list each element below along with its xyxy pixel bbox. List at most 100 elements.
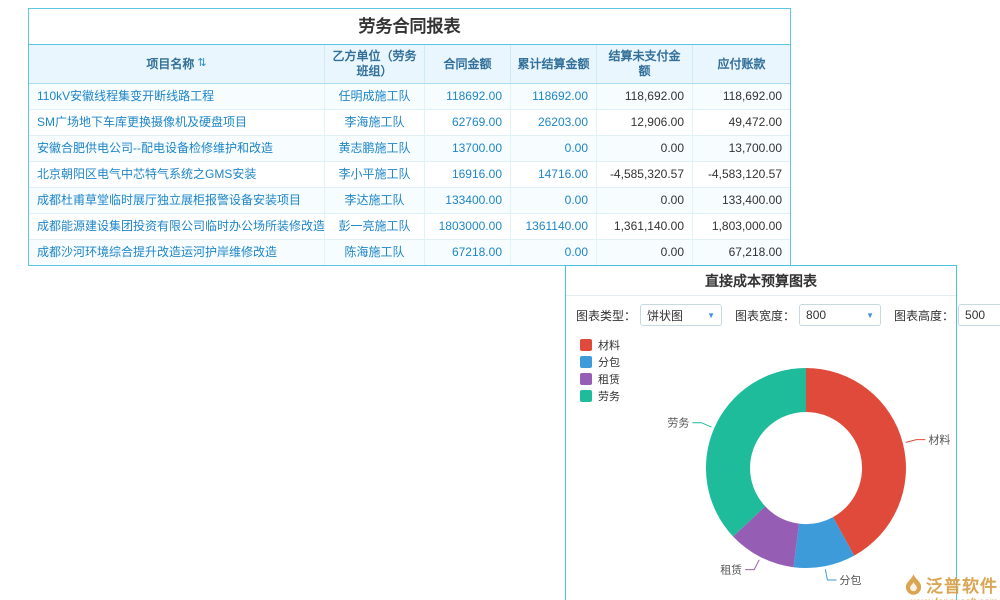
cell-payable: 13,700.00 xyxy=(693,136,790,161)
chevron-down-icon: ▼ xyxy=(866,311,874,320)
pie-slice-材料[interactable] xyxy=(806,368,906,556)
cell-project[interactable]: 成都能源建设集团投资有限公司临时办公场所装修改造工程EPC xyxy=(29,214,325,239)
cell-payable: 118,692.00 xyxy=(693,84,790,109)
cell-contract[interactable]: 1803000.00 xyxy=(425,214,511,239)
cell-unit[interactable]: 李小平施工队 xyxy=(325,162,425,187)
column-header-6: 应付账款 xyxy=(693,45,790,83)
cell-unpaid: 0.00 xyxy=(597,188,693,213)
legend-label: 租赁 xyxy=(598,371,620,387)
cell-contract[interactable]: 118692.00 xyxy=(425,84,511,109)
cell-settled[interactable]: 1361140.00 xyxy=(511,214,597,239)
legend-item-劳务[interactable]: 劳务 xyxy=(580,387,620,404)
chart-control-1: 图表类型：饼状图▼ xyxy=(576,304,722,326)
table-body: 110kV安徽线程集变开断线路工程任明成施工队118692.00118692.0… xyxy=(29,84,790,265)
legend-swatch xyxy=(580,390,592,402)
legend-swatch xyxy=(580,373,592,385)
table-row: 成都杜甫草堂临时展厅独立展柜报警设备安装项目李达施工队133400.000.00… xyxy=(29,188,790,214)
cell-unit[interactable]: 陈海施工队 xyxy=(325,240,425,265)
cell-contract[interactable]: 133400.00 xyxy=(425,188,511,213)
label-leader-line xyxy=(692,423,711,427)
cell-unit[interactable]: 李海施工队 xyxy=(325,110,425,135)
label-leader-line xyxy=(745,560,759,570)
cell-settled[interactable]: 14716.00 xyxy=(511,162,597,187)
legend-item-材料[interactable]: 材料 xyxy=(580,336,620,353)
cell-unpaid: 12,906.00 xyxy=(597,110,693,135)
legend-item-租赁[interactable]: 租赁 xyxy=(580,370,620,387)
column-header-3: 合同金额 xyxy=(425,45,511,83)
column-header-1[interactable]: 项目名称⇅ xyxy=(29,45,325,83)
legend-label: 材料 xyxy=(598,337,620,353)
cell-project[interactable]: 成都沙河环境综合提升改造运河护岸维修改造 xyxy=(29,240,325,265)
cell-unpaid: 1,361,140.00 xyxy=(597,214,693,239)
cell-settled[interactable]: 118692.00 xyxy=(511,84,597,109)
cell-contract[interactable]: 16916.00 xyxy=(425,162,511,187)
label-leader-line xyxy=(825,569,836,580)
table-header-row: 项目名称⇅乙方单位（劳务班组）合同金额累计结算金额结算未支付金额应付账款 xyxy=(29,45,790,84)
brand-watermark: 泛普软件 www.fanpusoft.com xyxy=(862,572,998,600)
chart-legend: 材料分包租赁劳务 xyxy=(580,336,620,404)
chart-control-2: 图表宽度： 800 ▼ xyxy=(735,304,881,326)
chevron-down-icon: ▼ xyxy=(707,311,715,320)
cell-settled[interactable]: 0.00 xyxy=(511,188,597,213)
column-header-5: 结算未支付金额 xyxy=(597,45,693,83)
legend-label: 分包 xyxy=(598,354,620,370)
legend-swatch xyxy=(580,356,592,368)
column-header-2: 乙方单位（劳务班组） xyxy=(325,45,425,83)
control-label: 图表类型： xyxy=(576,307,636,324)
select-value: 800 xyxy=(806,308,826,322)
cell-payable: 67,218.00 xyxy=(693,240,790,265)
pie-slice-劳务[interactable] xyxy=(706,368,806,537)
chart-controls: 图表类型：饼状图▼图表宽度：800▼图表高度：500▼ xyxy=(566,296,956,326)
cell-project[interactable]: 北京朝阳区电气中芯特气系统之GMS安装 xyxy=(29,162,325,187)
cell-project[interactable]: 110kV安徽线程集变开断线路工程 xyxy=(29,84,325,109)
cell-contract[interactable]: 67218.00 xyxy=(425,240,511,265)
legend-swatch xyxy=(580,339,592,351)
slice-label-租赁: 租赁 xyxy=(720,563,742,577)
cell-unit[interactable]: 彭一亮施工队 xyxy=(325,214,425,239)
control-select-1[interactable]: 饼状图▼ xyxy=(640,304,722,326)
cell-unpaid: 118,692.00 xyxy=(597,84,693,109)
control-select-3[interactable]: 500▼ xyxy=(958,304,1000,326)
cell-contract[interactable]: 13700.00 xyxy=(425,136,511,161)
cell-project[interactable]: SM广场地下车库更换摄像机及硬盘项目 xyxy=(29,110,325,135)
cell-payable: 49,472.00 xyxy=(693,110,790,135)
slice-label-材料: 材料 xyxy=(928,433,950,447)
table-row: 北京朝阳区电气中芯特气系统之GMS安装李小平施工队16916.0014716.0… xyxy=(29,162,790,188)
table-row: SM广场地下车库更换摄像机及硬盘项目李海施工队62769.0026203.001… xyxy=(29,110,790,136)
cell-unit[interactable]: 任明成施工队 xyxy=(325,84,425,109)
label-leader-line xyxy=(906,440,926,443)
table-row: 110kV安徽线程集变开断线路工程任明成施工队118692.00118692.0… xyxy=(29,84,790,110)
pie-slice-分包[interactable] xyxy=(794,517,855,568)
control-label: 图表高度： xyxy=(894,307,954,324)
table-row: 安徽合肥供电公司--配电设备检修维护和改造黄志鹏施工队13700.000.000… xyxy=(29,136,790,162)
cell-unit[interactable]: 李达施工队 xyxy=(325,188,425,213)
cell-settled[interactable]: 0.00 xyxy=(511,240,597,265)
chart-panel-title: 直接成本预算图表 xyxy=(566,266,956,296)
table-row: 成都能源建设集团投资有限公司临时办公场所装修改造工程EPC彭一亮施工队18030… xyxy=(29,214,790,240)
cell-settled[interactable]: 26203.00 xyxy=(511,110,597,135)
cell-contract[interactable]: 62769.00 xyxy=(425,110,511,135)
watermark-brand: 泛普软件 xyxy=(926,572,998,597)
pie-slice-租赁[interactable] xyxy=(733,506,799,567)
slice-label-分包: 分包 xyxy=(839,574,861,587)
cell-project[interactable]: 安徽合肥供电公司--配电设备检修维护和改造 xyxy=(29,136,325,161)
cell-payable: 1,803,000.00 xyxy=(693,214,790,239)
slice-label-劳务: 劳务 xyxy=(667,417,689,430)
legend-label: 劳务 xyxy=(598,388,620,404)
cell-unpaid: 0.00 xyxy=(597,136,693,161)
control-label: 图表宽度： xyxy=(735,307,795,324)
column-header-4: 累计结算金额 xyxy=(511,45,597,83)
cell-project[interactable]: 成都杜甫草堂临时展厅独立展柜报警设备安装项目 xyxy=(29,188,325,213)
select-value: 500 xyxy=(965,308,985,322)
cell-payable: 133,400.00 xyxy=(693,188,790,213)
flame-logo-icon xyxy=(905,574,922,595)
chart-control-3: 图表高度：500▼ xyxy=(894,304,1000,326)
chart-panel: 直接成本预算图表 图表类型：饼状图▼图表宽度：800▼图表高度：500▼ 材料分… xyxy=(565,265,957,600)
cell-payable: -4,583,120.57 xyxy=(693,162,790,187)
control-select-2[interactable]: 800 ▼ xyxy=(799,304,881,326)
sort-icon[interactable]: ⇅ xyxy=(197,57,206,71)
cell-unit[interactable]: 黄志鹏施工队 xyxy=(325,136,425,161)
cell-settled[interactable]: 0.00 xyxy=(511,136,597,161)
legend-item-分包[interactable]: 分包 xyxy=(580,353,620,370)
cell-unpaid: -4,585,320.57 xyxy=(597,162,693,187)
